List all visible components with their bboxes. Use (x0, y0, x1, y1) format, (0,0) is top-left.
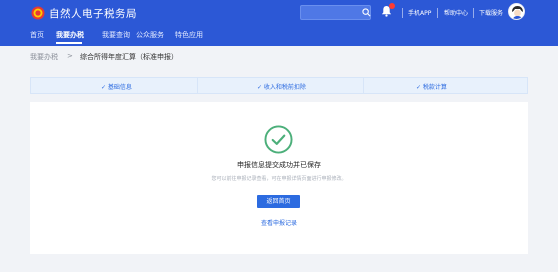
search-box[interactable] (300, 5, 371, 26)
header-divider (473, 8, 474, 18)
header-divider (437, 8, 438, 18)
nav-active-indicator (56, 42, 82, 44)
nav-public-service[interactable]: 公众服务 (136, 30, 164, 40)
search-input[interactable] (301, 12, 361, 26)
return-home-button[interactable]: 返回首页 (257, 195, 300, 208)
success-title: 申报信息提交成功并已保存 (237, 161, 321, 169)
step-divider (363, 78, 364, 93)
download-service-link[interactable]: 下载服务 (479, 8, 503, 17)
top-header: 自然人电子税务局 手机APP 帮助中心 下载服务 首页 我要办税 我要查询 公众… (0, 0, 558, 46)
step-income-deduction: ✓ 收入和税前扣除 (257, 84, 306, 91)
breadcrumb-current: 综合所得年度汇算（标准申报） (80, 53, 178, 61)
avatar[interactable] (508, 3, 525, 20)
success-check-icon (264, 125, 293, 154)
mobile-app-link[interactable]: 手机APP (408, 8, 431, 17)
tax-emblem-icon (31, 6, 45, 20)
step-tax-calculation: ✓ 税款计算 (416, 84, 447, 91)
step-basic-info: ✓ 基础信息 (101, 84, 132, 91)
site-title: 自然人电子税务局 (49, 8, 137, 20)
nav-tax-handling[interactable]: 我要办税 (56, 30, 84, 40)
nav-home[interactable]: 首页 (30, 30, 44, 40)
nav-query[interactable]: 我要查询 (102, 30, 130, 40)
user-avatar-icon (509, 4, 524, 19)
progress-steps: ✓ 基础信息 ✓ 收入和税前扣除 ✓ 税款计算 (30, 77, 528, 94)
notification-badge (389, 3, 395, 9)
view-records-link[interactable]: 查看申报记录 (0, 218, 558, 227)
search-icon[interactable] (362, 8, 371, 17)
breadcrumb-parent[interactable]: 我要办税 (30, 52, 58, 62)
breadcrumb-separator: > (67, 52, 73, 60)
nav-featured-apps[interactable]: 特色应用 (175, 30, 203, 40)
success-subtitle: 您可以前往申报记录查看，可在申报详情页面进行申报修改。 (211, 176, 347, 182)
step-divider (197, 78, 198, 93)
header-divider (402, 8, 403, 18)
help-center-link[interactable]: 帮助中心 (444, 8, 468, 17)
